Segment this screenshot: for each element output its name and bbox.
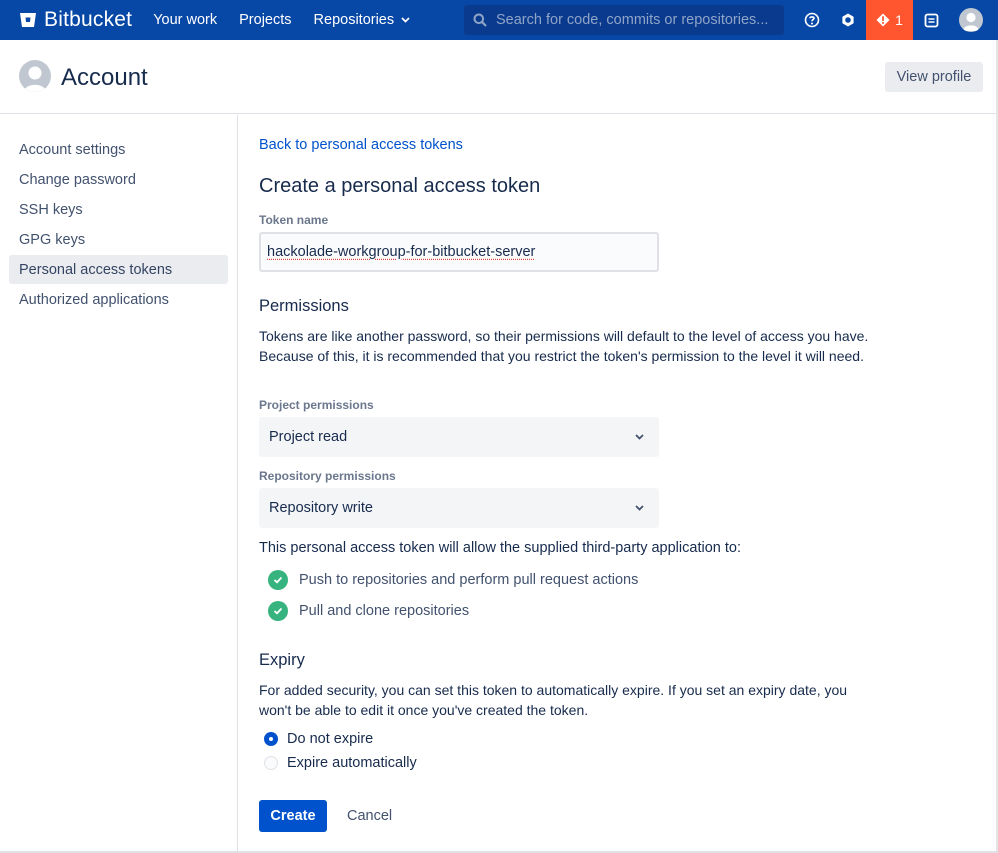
top-navigation: Bitbucket Your work Projects Repositorie… <box>0 0 998 40</box>
help-button[interactable] <box>800 0 824 40</box>
sidebar-item-label: GPG keys <box>19 231 86 248</box>
project-permissions-value: Project read <box>269 429 348 445</box>
alert-count: 1 <box>895 12 903 28</box>
form-title: Create a personal access token <box>259 175 541 197</box>
account-sidebar: Account settings Change password SSH key… <box>0 115 238 853</box>
nav-your-work-label: Your work <box>153 12 218 28</box>
search-icon <box>473 13 487 27</box>
token-name-input[interactable] <box>259 232 659 272</box>
chevron-down-icon <box>635 434 644 440</box>
nav-projects-label: Projects <box>239 12 292 28</box>
brand-name: Bitbucket <box>44 8 133 31</box>
help-icon <box>804 12 820 28</box>
project-permissions-label: Project permissions <box>259 398 374 412</box>
view-profile-button[interactable]: View profile <box>885 62 983 92</box>
alerts-button[interactable]: 1 <box>866 0 913 40</box>
sidebar-item-account-settings[interactable]: Account settings <box>9 135 228 164</box>
cancel-button[interactable]: Cancel <box>337 800 402 832</box>
allowed-permission-text: Pull and clone repositories <box>299 603 470 619</box>
notes-icon <box>924 13 938 27</box>
sidebar-item-label: Account settings <box>19 141 126 158</box>
user-menu-button[interactable] <box>958 0 984 40</box>
allowed-permission-text: Push to repositories and perform pull re… <box>299 572 639 588</box>
nav-your-work[interactable]: Your work <box>153 12 217 28</box>
radio-do-not-expire[interactable]: Do not expire <box>264 731 373 747</box>
sidebar-item-authorized-applications[interactable]: Authorized applications <box>9 285 228 314</box>
sidebar-item-gpg-keys[interactable]: GPG keys <box>9 225 228 254</box>
alert-icon <box>876 13 890 27</box>
chevron-down-icon <box>635 505 644 511</box>
expiry-description: For added security, you can set this tok… <box>259 682 848 718</box>
chevron-down-icon <box>401 17 410 23</box>
sidebar-item-change-password[interactable]: Change password <box>9 165 228 194</box>
permissions-description: Tokens are like another password, so the… <box>259 328 869 364</box>
radio-label: Expire automatically <box>287 755 417 771</box>
user-avatar <box>959 8 983 32</box>
settings-gear-icon <box>842 13 854 27</box>
project-permissions-select[interactable]: Project read <box>259 417 659 457</box>
radio-selected-icon[interactable] <box>264 732 278 746</box>
repository-permissions-value: Repository write <box>269 500 373 516</box>
expiry-heading: Expiry <box>259 651 305 669</box>
radio-label: Do not expire <box>287 731 374 747</box>
bitbucket-logo[interactable]: Bitbucket <box>19 0 132 40</box>
settings-button[interactable] <box>836 0 860 40</box>
token-name-label: Token name <box>259 213 329 227</box>
create-button[interactable]: Create <box>259 800 327 832</box>
check-circle-icon <box>268 601 288 621</box>
sidebar-item-ssh-keys[interactable]: SSH keys <box>9 195 228 224</box>
permissions-heading: Permissions <box>259 297 349 315</box>
search-box[interactable] <box>464 5 784 35</box>
nav-projects[interactable]: Projects <box>239 12 291 28</box>
allow-intro: This personal access token will allow th… <box>259 540 741 556</box>
allowed-permission-item: Push to repositories and perform pull re… <box>268 570 638 590</box>
bitbucket-bucket-icon <box>20 13 36 27</box>
sidebar-item-label: SSH keys <box>19 201 83 218</box>
nav-repositories-label: Repositories <box>313 12 395 28</box>
back-to-tokens-link[interactable]: Back to personal access tokens <box>259 137 463 153</box>
radio-unselected-icon[interactable] <box>264 756 278 770</box>
check-circle-icon <box>268 570 288 590</box>
release-notes-button[interactable] <box>920 0 942 40</box>
sidebar-item-label: Personal access tokens <box>19 261 173 278</box>
search-input[interactable] <box>496 12 776 28</box>
repository-permissions-label: Repository permissions <box>259 469 396 483</box>
account-avatar <box>19 60 51 92</box>
sidebar-item-label: Change password <box>19 171 136 188</box>
sidebar-item-label: Authorized applications <box>19 291 169 308</box>
page-header: Account View profile <box>0 40 998 114</box>
nav-repositories-dropdown[interactable]: Repositories <box>314 12 411 28</box>
radio-expire-automatically[interactable]: Expire automatically <box>264 755 417 771</box>
sidebar-item-personal-access-tokens[interactable]: Personal access tokens <box>9 255 228 284</box>
repository-permissions-select[interactable]: Repository write <box>259 488 659 528</box>
allowed-permission-item: Pull and clone repositories <box>268 601 469 621</box>
page-title: Account <box>61 64 148 91</box>
